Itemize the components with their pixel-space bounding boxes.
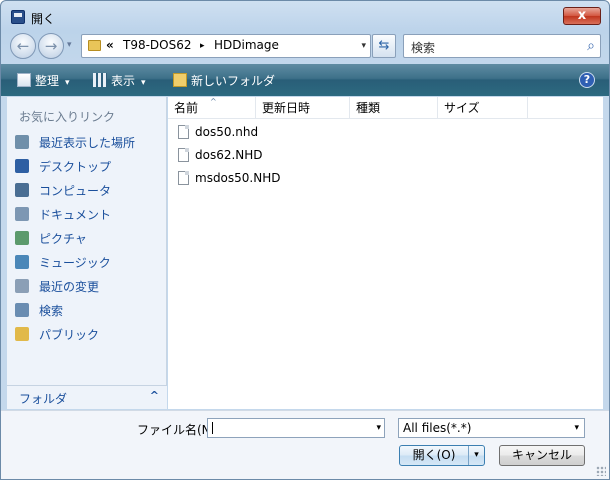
column-header-name[interactable]: 名前 ^ [168, 97, 256, 119]
search-placeholder: 検索 [411, 41, 436, 55]
sidebar-item-label: デスクトップ [39, 160, 112, 174]
back-button[interactable]: ← [10, 33, 36, 59]
filename-input[interactable]: ▾ [207, 418, 385, 438]
save-disk-icon [11, 10, 25, 24]
cancel-button[interactable]: キャンセル [499, 445, 585, 466]
folders-toggle[interactable]: フォルダ ^ [7, 385, 167, 409]
open-file-dialog: 開く x ← → ▾ « T98-DOS62 ▸ HDDimage ▾ ⇆ 検索… [0, 0, 610, 480]
sidebar-item-label: ドキュメント [39, 208, 112, 222]
sort-ascending-icon: ^ [210, 97, 217, 106]
help-icon[interactable]: ? [579, 72, 595, 88]
desktop-icon [15, 159, 29, 173]
column-header-modified[interactable]: 更新日時 [256, 97, 350, 119]
filename-dropdown-icon[interactable]: ▾ [376, 423, 381, 433]
recently-changed-icon [15, 279, 29, 293]
sidebar-item[interactable]: 検索 [15, 301, 63, 321]
file-row[interactable]: dos50.nhd [178, 121, 258, 143]
column-header-type[interactable]: 種類 [350, 97, 438, 119]
sidebar-item[interactable]: デスクトップ [15, 157, 111, 177]
history-dropdown-icon[interactable]: ▾ [67, 40, 72, 50]
view-menu[interactable]: 表示 ▾ [93, 72, 146, 89]
new-folder-button[interactable]: 新しいフォルダ [173, 72, 275, 89]
chevron-down-icon: ▾ [141, 78, 146, 88]
sidebar-item-label: 検索 [39, 304, 64, 318]
organize-menu[interactable]: 整理 ▾ [17, 72, 70, 89]
chevron-down-icon: ▾ [574, 423, 579, 433]
sidebar-item-label: コンピュータ [39, 184, 112, 198]
file-icon [178, 148, 189, 162]
file-row[interactable]: dos62.NHD [178, 144, 263, 166]
new-folder-icon [173, 73, 187, 87]
column-headers: 名前 ^ 更新日時 種類 サイズ [168, 97, 603, 119]
sidebar-item[interactable]: コンピュータ [15, 181, 111, 201]
navigation-pane: お気に入りリンク 最近表示した場所 デスクトップ コンピュータ ドキュメント ピクチャミ… [7, 97, 167, 409]
public-folder-icon [15, 327, 29, 341]
file-name: dos50.nhd [195, 125, 259, 139]
search-icon[interactable]: ⌕ [587, 38, 595, 54]
forward-button[interactable]: → [38, 33, 64, 59]
chevron-up-icon: ^ [149, 389, 159, 402]
refresh-button[interactable]: ⇆ [372, 34, 396, 58]
breadcrumb-item[interactable]: T98-DOS62 [123, 38, 192, 52]
sidebar-item-label: パブリック [39, 328, 100, 342]
column-header-size[interactable]: サイズ [438, 97, 528, 119]
sidebar-item[interactable]: ドキュメント [15, 205, 111, 225]
folder-icon [88, 40, 101, 51]
open-split-dropdown-icon[interactable]: ▾ [468, 446, 484, 465]
sidebar-item[interactable]: ミュージック [15, 253, 111, 273]
file-name: dos62.NHD [195, 148, 263, 162]
sidebar-item[interactable]: 最近表示した場所 [15, 133, 135, 153]
documents-icon [15, 207, 29, 221]
pictures-icon [15, 231, 29, 245]
file-row[interactable]: msdos50.NHD [178, 167, 280, 189]
text-cursor [212, 422, 213, 434]
chevron-down-icon: ▾ [65, 78, 70, 88]
sidebar-item-label: ピクチャ [39, 232, 87, 246]
open-button[interactable]: 開く(O) ▾ [399, 445, 485, 466]
sidebar-item[interactable]: パブリック [15, 325, 99, 345]
filetype-select[interactable]: All files(*.*) ▾ [398, 418, 585, 438]
music-icon [15, 255, 29, 269]
recent-places-icon [15, 135, 29, 149]
view-icon [93, 73, 107, 87]
sidebar-item[interactable]: ピクチャ [15, 229, 87, 249]
organize-icon [17, 73, 31, 87]
filetype-value: All files(*.*) [403, 421, 472, 435]
command-toolbar: 整理 ▾ 表示 ▾ 新しいフォルダ ? [1, 64, 609, 96]
sidebar-item-label: 最近の変更 [39, 280, 100, 294]
file-icon [178, 171, 189, 185]
search-input[interactable]: 検索 ⌕ [403, 34, 601, 58]
file-list: 名前 ^ 更新日時 種類 サイズ dos50.nhd dos62.NHD msdos… [168, 97, 603, 409]
folders-label: フォルダ [19, 392, 68, 406]
breadcrumb-overflow[interactable]: « [106, 38, 114, 52]
sidebar-item-label: 最近表示した場所 [39, 136, 136, 150]
breadcrumb-separator[interactable]: ▸ [200, 41, 205, 51]
search-folder-icon [15, 303, 29, 317]
close-button[interactable]: x [563, 7, 601, 25]
navigation-bar: ← → ▾ « T98-DOS62 ▸ HDDimage ▾ ⇆ 検索 ⌕ [1, 31, 609, 63]
favorites-header: お気に入りリンク [19, 110, 116, 124]
sidebar-item-label: ミュージック [39, 256, 111, 270]
address-dropdown-icon[interactable]: ▾ [361, 41, 366, 51]
file-name: msdos50.NHD [195, 171, 281, 185]
computer-icon [15, 183, 29, 197]
breadcrumb-item[interactable]: HDDimage [214, 38, 279, 52]
open-button-label: 開く(O) [412, 448, 456, 462]
sidebar-item[interactable]: 最近の変更 [15, 277, 99, 297]
address-bar[interactable]: « T98-DOS62 ▸ HDDimage ▾ [81, 34, 371, 58]
resize-grip-icon[interactable] [596, 466, 606, 476]
file-icon [178, 125, 189, 139]
title-bar: 開く x [1, 1, 609, 31]
window-title: 開く [31, 12, 56, 26]
dialog-footer: ファイル名(N): ▾ All files(*.*) ▾ 開く(O) ▾ キャン… [1, 410, 609, 479]
